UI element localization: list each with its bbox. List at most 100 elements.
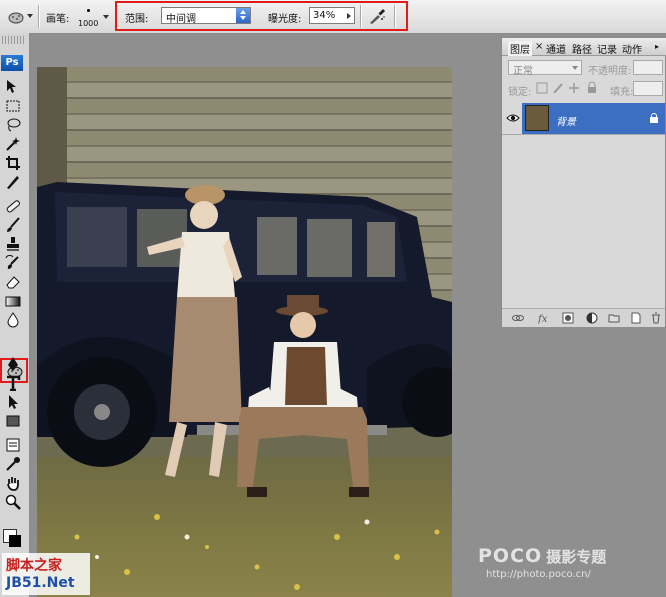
- tool-preset-picker[interactable]: [4, 7, 34, 27]
- panel-menu-icon[interactable]: ▸: [655, 42, 659, 51]
- new-layer-icon[interactable]: [630, 312, 642, 324]
- tool-eraser[interactable]: [2, 273, 24, 291]
- poco-title: 摄影专题: [546, 548, 607, 566]
- site-watermark-domain: JB51.Net: [6, 575, 75, 591]
- gradient-icon: [5, 296, 21, 307]
- range-label: 范围:: [125, 14, 149, 25]
- range-value: 中间调: [166, 14, 196, 25]
- divider: [360, 5, 362, 28]
- layers-panel-footer: fx: [502, 308, 665, 327]
- tab-layers[interactable]: 图层: [508, 41, 532, 56]
- tool-history-brush[interactable]: [2, 254, 24, 272]
- tool-clone-stamp[interactable]: [2, 235, 24, 253]
- brush-icon: [7, 217, 20, 232]
- lock-icon: [650, 113, 658, 123]
- arrow-pointer-icon: [9, 395, 18, 409]
- layer-thumbnail: [525, 105, 549, 131]
- type-icon: [7, 375, 21, 391]
- mask-icon[interactable]: [562, 312, 574, 324]
- bandage-icon: [6, 200, 20, 213]
- brush-size: 1000: [78, 19, 99, 28]
- toolbox-grip[interactable]: [2, 36, 26, 44]
- trash-icon[interactable]: [650, 312, 662, 324]
- folder-icon[interactable]: [608, 312, 620, 324]
- layer-name: 背景: [556, 117, 576, 128]
- photoshop-logo[interactable]: Ps: [1, 55, 23, 71]
- tool-blur[interactable]: [2, 311, 24, 329]
- photo-scene: [37, 182, 452, 590]
- tool-crop[interactable]: [2, 154, 24, 172]
- fx-icon[interactable]: fx: [538, 312, 550, 324]
- tool-path-selection[interactable]: [2, 393, 24, 411]
- droplet-icon: [7, 312, 19, 328]
- poco-watermark: POCO 摄影专题 http://photo.poco.cn/: [478, 545, 607, 580]
- tool-move[interactable]: [2, 78, 24, 96]
- tool-healing-brush[interactable]: [2, 197, 24, 215]
- tool-zoom[interactable]: [2, 493, 24, 511]
- history-brush-icon: [5, 255, 19, 269]
- background-color-swatch[interactable]: [9, 535, 21, 547]
- chevron-down-icon: [103, 15, 109, 19]
- crop-icon: [6, 156, 20, 170]
- magic-wand-icon: [6, 137, 20, 151]
- slice-icon: [7, 176, 19, 189]
- eyedropper-icon: [6, 457, 20, 471]
- brush-picker[interactable]: 1000: [76, 4, 112, 30]
- brush-tip-icon: [87, 9, 90, 12]
- tab-history[interactable]: 记录: [597, 41, 617, 56]
- blend-mode-value: 正常: [513, 66, 533, 77]
- brush-label: 画笔:: [46, 14, 70, 25]
- chevron-right-icon[interactable]: [347, 13, 351, 19]
- eraser-icon: [6, 276, 20, 289]
- move-icon: [7, 80, 16, 93]
- lock-label: 锁定:: [508, 87, 532, 98]
- exposure-field[interactable]: 34%: [309, 7, 355, 24]
- tool-magic-wand[interactable]: [2, 135, 24, 153]
- layers-panel-tabs: 图层 × 通道 路径 记录 动作 ▸: [502, 38, 666, 56]
- opacity-field[interactable]: [633, 60, 663, 75]
- tool-type[interactable]: [2, 374, 24, 392]
- site-watermark: 脚本之家 JB51.Net: [2, 553, 90, 595]
- tool-marquee[interactable]: [2, 97, 24, 115]
- tool-hand[interactable]: [2, 474, 24, 492]
- tool-eyedropper[interactable]: [2, 455, 24, 473]
- tab-close-icon[interactable]: ×: [535, 41, 543, 52]
- rectangle-icon: [6, 415, 20, 427]
- tab-paths[interactable]: 路径: [572, 41, 592, 56]
- airbrush-icon[interactable]: [368, 7, 386, 25]
- note-icon: [6, 438, 20, 452]
- chevron-down-icon: [572, 66, 578, 70]
- tab-channels[interactable]: 通道: [546, 41, 566, 56]
- adjustment-layer-icon[interactable]: [586, 312, 598, 324]
- opacity-label: 不透明度:: [588, 66, 632, 77]
- toolbox: Ps: [0, 33, 30, 597]
- tool-lasso[interactable]: [2, 116, 24, 134]
- lock-options-icons[interactable]: [536, 81, 606, 95]
- tool-shape[interactable]: [2, 412, 24, 430]
- site-watermark-name: 脚本之家: [6, 558, 62, 574]
- range-exposure-highlight: [115, 1, 408, 31]
- tool-slice[interactable]: [2, 173, 24, 191]
- sponge-icon: [8, 12, 24, 24]
- stamp-icon: [7, 237, 19, 251]
- hand-icon: [7, 477, 19, 491]
- options-bar: 画笔: 1000 范围: 中间调 曝光度: 34%: [0, 0, 666, 34]
- document-canvas[interactable]: [37, 67, 452, 597]
- tool-notes[interactable]: [2, 436, 24, 454]
- tool-gradient[interactable]: [2, 292, 24, 310]
- marquee-icon: [6, 100, 20, 112]
- exposure-value: 34%: [313, 10, 336, 21]
- layer-row[interactable]: 背景: [502, 102, 665, 135]
- fill-field[interactable]: [633, 81, 663, 96]
- tool-brush[interactable]: [2, 216, 24, 234]
- tab-actions[interactable]: 动作: [622, 41, 642, 56]
- link-icon[interactable]: [512, 312, 524, 324]
- layer-item-selected[interactable]: 背景: [522, 103, 665, 134]
- blend-mode-select[interactable]: 正常: [508, 60, 582, 77]
- lasso-icon: [7, 118, 21, 132]
- divider: [38, 5, 40, 28]
- range-select[interactable]: 中间调: [161, 7, 251, 25]
- poco-url: http://photo.poco.cn/: [486, 569, 591, 580]
- tool-pen[interactable]: [2, 355, 24, 373]
- eye-icon[interactable]: [506, 112, 520, 124]
